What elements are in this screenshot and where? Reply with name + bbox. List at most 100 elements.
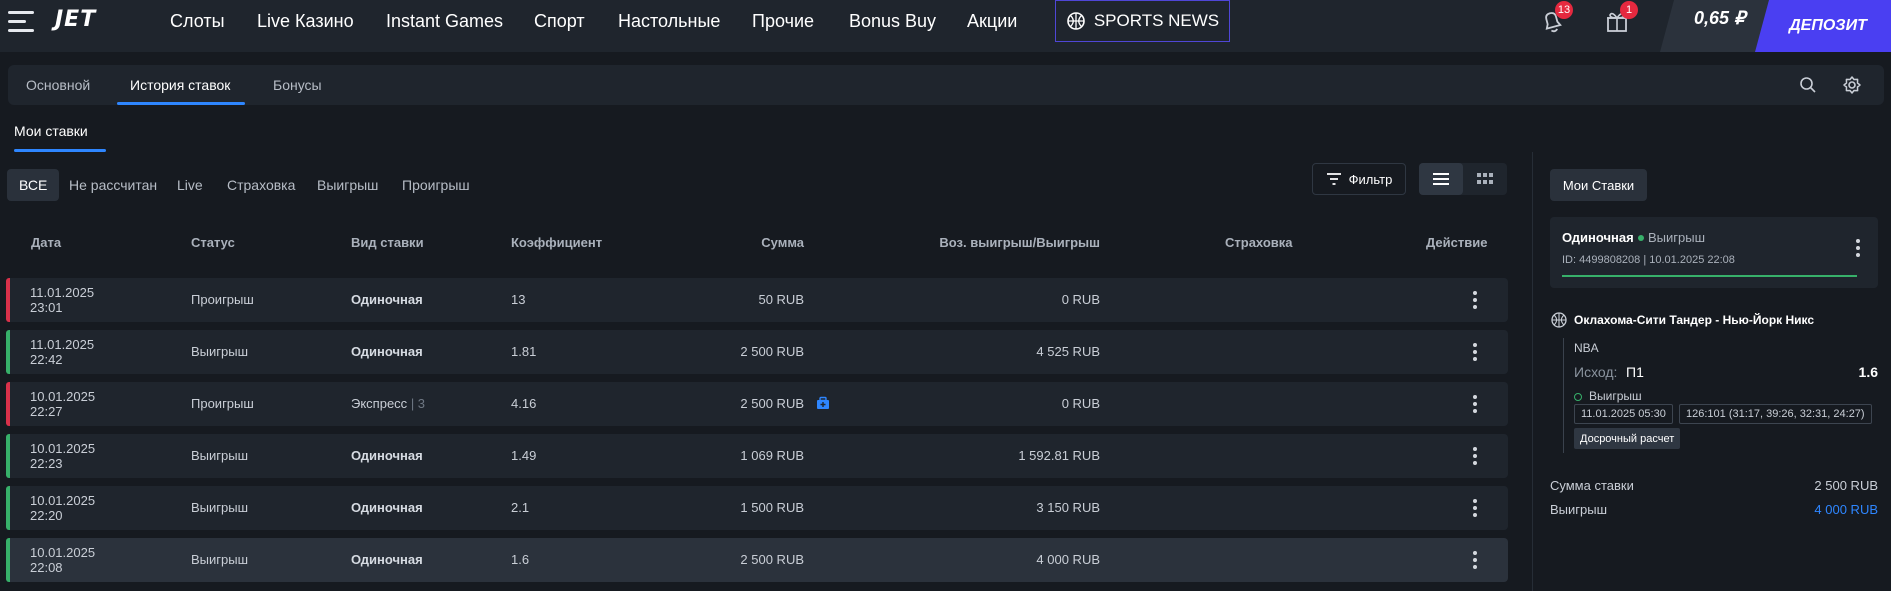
bet-time: 22:08 xyxy=(30,560,63,575)
top-navigation-bar: JET Слоты Live Казино Instant Games Спор… xyxy=(0,0,1891,52)
kebab-icon[interactable] xyxy=(1472,447,1478,465)
bet-coefficient: 1.49 xyxy=(511,448,537,463)
tab-bonuses[interactable]: Бонусы xyxy=(273,65,322,105)
filter-icon xyxy=(1326,173,1341,185)
list-view-button[interactable] xyxy=(1419,163,1463,195)
table-row[interactable]: 10.01.2025 22:20 Выигрыш Одиночная 2.1 1 500… xyxy=(6,486,1508,530)
nav-instant-games[interactable]: Instant Games xyxy=(386,0,503,42)
account-tabs: Основной История ставок Бонусы xyxy=(8,65,1884,105)
table-row[interactable]: 10.01.2025 22:08 Выигрыш Одиночная 1.6 2 500… xyxy=(6,538,1508,582)
grid-view-button[interactable] xyxy=(1463,163,1507,195)
gifts-count-badge: 1 xyxy=(1620,1,1638,19)
bet-time: 23:01 xyxy=(30,300,63,315)
panel-title[interactable]: Мои Ставки xyxy=(1550,169,1647,201)
result-stripe xyxy=(6,382,10,426)
bet-type-label: Одиночная xyxy=(351,500,423,515)
logo[interactable]: JET xyxy=(55,7,96,32)
bet-time: 22:27 xyxy=(30,404,63,419)
kebab-icon[interactable] xyxy=(1472,551,1478,569)
bet-status: Проигрыш xyxy=(191,396,254,411)
match-title: Оклахома-Сити Тандер - Нью-Йорк Никс xyxy=(1574,313,1815,327)
filter-insurance[interactable]: Страховка xyxy=(215,169,307,201)
gifts-button[interactable]: 1 xyxy=(1602,1,1638,36)
selected-bet-status: Выигрыш xyxy=(1648,230,1706,245)
bet-datetime: 11.01.2025 22:42 xyxy=(30,337,94,367)
settings-icon[interactable] xyxy=(1841,74,1863,96)
bet-datetime: 10.01.2025 22:20 xyxy=(30,493,95,523)
selected-bet-type: Одиночная xyxy=(1562,230,1634,245)
bet-type: Одиночная xyxy=(351,292,423,307)
deposit-button[interactable]: ДЕПОЗИТ xyxy=(1755,0,1891,52)
bet-datetime: 10.01.2025 22:08 xyxy=(30,545,95,575)
balance-value[interactable]: 0,65 ₽ xyxy=(1694,8,1746,29)
nav-bonus-buy[interactable]: Bonus Buy xyxy=(849,0,936,42)
nav-promotions[interactable]: Акции xyxy=(967,0,1017,42)
insurance-icon[interactable] xyxy=(816,396,830,410)
win-status-dot xyxy=(1638,235,1644,241)
nav-slots[interactable]: Слоты xyxy=(170,0,225,42)
kebab-icon[interactable] xyxy=(1855,239,1861,257)
kebab-icon[interactable] xyxy=(1472,499,1478,517)
bet-date: 10.01.2025 xyxy=(30,389,96,404)
column-header-coefficient: Коэффициент xyxy=(511,235,603,250)
nav-live-casino[interactable]: Live Казино xyxy=(257,0,354,42)
section-title[interactable]: Мои ставки xyxy=(14,123,88,139)
tab-bet-history[interactable]: История ставок xyxy=(130,65,230,105)
nav-other[interactable]: Прочие xyxy=(752,0,814,42)
bet-date: 10.01.2025 xyxy=(30,441,96,456)
result-stripe xyxy=(6,538,10,582)
burger-menu-icon[interactable] xyxy=(8,11,38,33)
filter-live[interactable]: Live xyxy=(165,169,215,201)
result-stripe xyxy=(6,486,10,530)
bet-coefficient: 2.1 xyxy=(511,500,530,515)
table-row[interactable]: 10.01.2025 22:27 Проигрыш Экспресс | 3 4.16 2… xyxy=(6,382,1508,426)
bet-amount: 1 500 RUB xyxy=(740,500,804,515)
bet-time: 22:42 xyxy=(30,352,63,367)
column-header-insurance: Страховка xyxy=(1225,235,1293,250)
result-stripe xyxy=(6,278,10,322)
notifications-button[interactable]: 13 xyxy=(1537,1,1573,36)
selected-bet-card[interactable]: Одиночная Выигрыш ID: 4499808208 | 10.01… xyxy=(1550,217,1878,288)
bet-type: Одиночная xyxy=(351,500,423,515)
basketball-icon xyxy=(1551,312,1567,328)
active-tab-indicator xyxy=(117,102,245,105)
bet-datetime: 11.01.2025 23:01 xyxy=(30,285,94,315)
table-row[interactable]: 11.01.2025 23:01 Проигрыш Одиночная 13 50 RU… xyxy=(6,278,1508,322)
bet-time: 22:23 xyxy=(30,456,63,471)
bet-payout: 3 150 RUB xyxy=(1036,500,1100,515)
search-icon[interactable] xyxy=(1797,74,1819,96)
table-row[interactable]: 10.01.2025 22:23 Выигрыш Одиночная 1.49 1 06… xyxy=(6,434,1508,478)
bet-type: Экспресс | 3 xyxy=(351,396,425,411)
bet-payout: 1 592.81 RUB xyxy=(1018,448,1100,463)
bet-payout: 4 525 RUB xyxy=(1036,344,1100,359)
kebab-icon[interactable] xyxy=(1472,395,1478,413)
filter-lost[interactable]: Проигрыш xyxy=(390,169,482,201)
bet-status: Выигрыш xyxy=(191,552,249,567)
filter-all[interactable]: ВСЕ xyxy=(7,169,60,201)
event-coefficient: 1.6 xyxy=(1858,364,1878,380)
league-name: NBA xyxy=(1574,341,1599,355)
filter-won[interactable]: Выигрыш xyxy=(305,169,390,201)
filter-button[interactable]: Фильтр xyxy=(1312,163,1406,195)
bet-status: Проигрыш xyxy=(191,292,254,307)
kebab-icon[interactable] xyxy=(1472,291,1478,309)
table-row[interactable]: 11.01.2025 22:42 Выигрыш Одиночная 1.81 2 50… xyxy=(6,330,1508,374)
bet-datetime: 10.01.2025 22:27 xyxy=(30,389,95,419)
nav-table-games[interactable]: Настольные xyxy=(618,0,720,42)
event-status-indicator xyxy=(1574,393,1582,401)
stake-value: 2 500 RUB xyxy=(1814,478,1878,493)
bet-payout: 0 RUB xyxy=(1061,396,1100,411)
sports-news-button[interactable]: SPORTS NEWS xyxy=(1055,0,1230,42)
nav-sport[interactable]: Спорт xyxy=(534,0,585,42)
early-settlement-button[interactable]: Досрочный расчет xyxy=(1574,428,1681,449)
kebab-icon[interactable] xyxy=(1472,343,1478,361)
bet-type: Одиночная xyxy=(351,448,423,463)
bet-status: Выигрыш xyxy=(191,344,249,359)
result-stripe xyxy=(6,330,10,374)
bet-type-label: Одиночная xyxy=(351,344,423,359)
section-title-underline xyxy=(14,149,106,152)
bet-coefficient: 13 xyxy=(511,292,526,307)
filter-unsettled[interactable]: Не рассчитан xyxy=(57,169,169,201)
tab-main[interactable]: Основной xyxy=(26,65,90,105)
bet-type: Одиночная xyxy=(351,344,423,359)
